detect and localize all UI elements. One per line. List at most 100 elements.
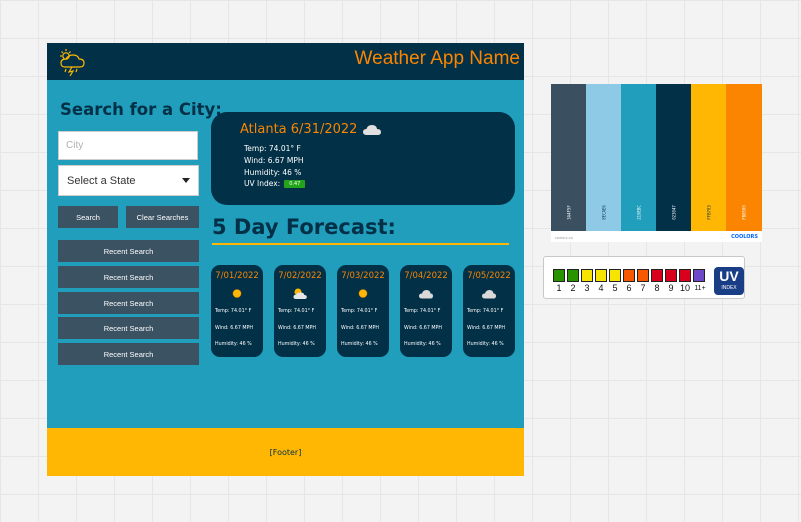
- uv-scale-number: 4: [598, 283, 604, 293]
- uv-color-square: [665, 269, 677, 282]
- uv-color-square: [581, 269, 593, 282]
- current-wind: Wind: 6.67 MPH: [244, 156, 304, 165]
- app-footer: [Footer]: [47, 428, 524, 476]
- app-header: Weather App Name: [47, 43, 524, 80]
- palette-brand: COOLORS: [731, 234, 758, 240]
- cloud-icon: [363, 125, 382, 135]
- forecast-humidity: Humidity: 46 %: [341, 342, 378, 347]
- uv-color-square: [651, 269, 663, 282]
- forecast-divider: [212, 243, 509, 245]
- forecast-date: 7/02/2022: [278, 271, 322, 281]
- palette-swatch: 219EBC: [621, 84, 656, 231]
- palette-swatch: FB8500: [726, 84, 762, 231]
- uv-scale-number: 11+: [694, 285, 706, 292]
- recent-search-button[interactable]: Recent Search: [58, 317, 199, 339]
- forecast-card: 7/04/2022 Temp: 74.01° F Wind: 6.67 MPH …: [400, 265, 452, 357]
- uv-index-logo: UV INDEX: [714, 267, 744, 295]
- cloud-icon: [419, 290, 433, 299]
- uv-color-square: [567, 269, 579, 282]
- search-button[interactable]: Search: [58, 206, 118, 228]
- footer-text: [Footer]: [269, 447, 302, 457]
- recent-search-button[interactable]: Recent Search: [58, 240, 199, 262]
- forecast-wind: Wind: 6.67 MPH: [467, 326, 506, 331]
- chevron-down-icon: [182, 178, 190, 183]
- state-select[interactable]: Select a State: [58, 165, 199, 196]
- uv-index-badge: 0.47: [284, 180, 306, 188]
- swatch-code: 8ECAE6: [601, 205, 606, 220]
- weather-app: Weather App Name Search for a City: Sele…: [47, 43, 524, 476]
- forecast-temp: Temp: 74.01° F: [467, 309, 504, 314]
- uv-color-square: [637, 269, 649, 282]
- state-select-value: Select a State: [67, 174, 136, 187]
- forecast-wind: Wind: 6.67 MPH: [404, 326, 443, 331]
- current-city-date: Atlanta 6/31/2022: [240, 122, 358, 137]
- forecast-humidity: Humidity: 46 %: [467, 342, 504, 347]
- sun-icon: [232, 289, 242, 298]
- forecast-card: 7/01/2022 Temp: 74.01° F Wind: 6.67 MPH …: [211, 265, 263, 357]
- uv-scale-number: 2: [570, 283, 576, 293]
- current-humidity: Humidity: 46 %: [244, 168, 302, 177]
- recent-search-button[interactable]: Recent Search: [58, 292, 199, 314]
- uv-index-scale: 1 2 3 4 5 6 7 8 9 10 11+ UV INDEX: [543, 256, 745, 299]
- uv-logo-subtext: INDEX: [721, 285, 737, 291]
- forecast-humidity: Humidity: 46 %: [404, 342, 441, 347]
- forecast-wind: Wind: 6.67 MPH: [278, 326, 317, 331]
- forecast-date: 7/03/2022: [341, 271, 385, 281]
- partly-cloudy-icon: [293, 288, 307, 299]
- uv-color-square: [595, 269, 607, 282]
- forecast-wind: Wind: 6.67 MPH: [215, 326, 254, 331]
- palette-swatch: 023047: [656, 84, 691, 231]
- forecast-card: 7/05/2022 Temp: 74.01° F Wind: 6.67 MPH …: [463, 265, 515, 357]
- uv-scale-number: 3: [584, 283, 590, 293]
- uv-logo-text: UV: [719, 268, 739, 284]
- forecast-humidity: Humidity: 46 %: [215, 342, 252, 347]
- uv-color-square: [609, 269, 621, 282]
- color-palette: 3A4F5F 8ECAE6 219EBC 023047 FFB703 FB850…: [551, 84, 762, 242]
- storm-cloud-icon: [60, 49, 85, 77]
- swatch-code: 3A4F5F: [566, 205, 571, 220]
- palette-swatch: 3A4F5F: [551, 84, 586, 231]
- swatch-code: FFB703: [706, 205, 711, 220]
- palette-swatch: 8ECAE6: [586, 84, 621, 231]
- uv-color-square: [693, 269, 705, 282]
- uv-index-label: UV Index:: [244, 179, 281, 188]
- uv-color-square: [623, 269, 635, 282]
- forecast-wind: Wind: 6.67 MPH: [341, 326, 380, 331]
- swatch-code: 219EBC: [636, 205, 641, 220]
- swatch-code: 023047: [671, 205, 676, 220]
- current-weather-card: Atlanta 6/31/2022 Temp: 74.01° F Wind: 6…: [211, 112, 515, 205]
- forecast-temp: Temp: 74.01° F: [278, 309, 315, 314]
- forecast-temp: Temp: 74.01° F: [341, 309, 378, 314]
- current-uv-row: UV Index: 0.47: [244, 179, 306, 188]
- uv-scale-number: 5: [612, 283, 618, 293]
- current-weather-title: Atlanta 6/31/2022: [240, 122, 382, 137]
- forecast-heading: 5 Day Forecast:: [212, 215, 396, 239]
- forecast-card: 7/02/2022 Temp: 74.01° F Wind: 6.67 MPH …: [274, 265, 326, 357]
- recent-search-button[interactable]: Recent Search: [58, 343, 199, 365]
- uv-color-square: [553, 269, 565, 282]
- swatch-code: FB8500: [741, 205, 747, 220]
- forecast-temp: Temp: 74.01° F: [215, 309, 252, 314]
- clear-searches-button[interactable]: Clear Searches: [126, 206, 199, 228]
- forecast-temp: Temp: 74.01° F: [404, 309, 441, 314]
- cloud-icon: [482, 290, 496, 299]
- uv-scale-number: 10: [679, 283, 690, 293]
- forecast-card: 7/03/2022 Temp: 74.01° F Wind: 6.67 MPH …: [337, 265, 389, 357]
- sun-icon: [358, 289, 368, 298]
- uv-color-square: [679, 269, 691, 282]
- recent-search-button[interactable]: Recent Search: [58, 266, 199, 288]
- uv-scale-number: 7: [640, 283, 646, 293]
- forecast-humidity: Humidity: 46 %: [278, 342, 315, 347]
- forecast-date: 7/01/2022: [215, 271, 259, 281]
- uv-scale-number: 9: [668, 283, 674, 293]
- app-title: Weather App Name: [354, 48, 520, 69]
- palette-source: coolors.co: [555, 236, 573, 240]
- uv-scale-number: 6: [626, 283, 632, 293]
- city-input[interactable]: [58, 131, 198, 160]
- uv-scale-number: 1: [556, 283, 562, 293]
- palette-swatch: FFB703: [691, 84, 726, 231]
- forecast-date: 7/05/2022: [467, 271, 511, 281]
- uv-scale-number: 8: [654, 283, 660, 293]
- current-temp: Temp: 74.01° F: [244, 144, 301, 153]
- search-heading: Search for a City:: [60, 100, 222, 119]
